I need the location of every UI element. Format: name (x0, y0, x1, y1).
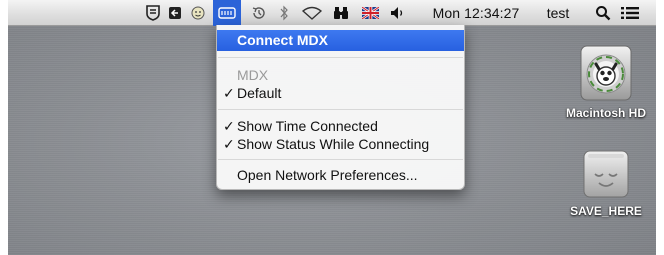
menu-item-label: Connect MDX (237, 32, 328, 48)
uk-flag-icon[interactable] (359, 0, 381, 26)
time-machine-icon[interactable] (248, 0, 270, 26)
menu-item-default[interactable]: ✓ Default (217, 84, 464, 102)
menu-item-label: Open Network Preferences... (237, 167, 418, 183)
face-menu-icon[interactable] (188, 0, 208, 26)
menu-clock[interactable]: Mon 12:34:27 (421, 0, 531, 26)
desktop-icon-save-here[interactable]: SAVE_HERE (556, 148, 656, 218)
menu-separator (218, 57, 463, 58)
menu-item-connect-mdx[interactable]: Connect MDX (217, 30, 464, 51)
checkmark-icon: ✓ (223, 85, 235, 101)
spotlight-search-icon[interactable] (592, 0, 614, 26)
volume-icon[interactable] (387, 0, 409, 26)
binoculars-icon[interactable] (331, 0, 351, 26)
menu-separator (218, 159, 463, 160)
menu-item-mdx-header: MDX (217, 66, 464, 84)
desktop-icon-macintosh-hd[interactable]: Macintosh HD (556, 42, 656, 120)
menu-item-label: MDX (237, 67, 269, 83)
screen: Mon 12:34:27 test Connect MDX MDX ✓ Defa… (8, 0, 656, 255)
menu-item-show-time-connected[interactable]: ✓ Show Time Connected (217, 117, 464, 135)
menu-list-icon[interactable] (617, 0, 643, 26)
mdx-menu-icon[interactable] (213, 0, 241, 26)
hard-drive-icon (580, 45, 632, 101)
bluetooth-icon[interactable] (276, 0, 292, 26)
menu-item-open-network-preferences[interactable]: Open Network Preferences... (217, 166, 464, 184)
desktop-icon-label: Macintosh HD (565, 106, 646, 120)
menu-item-label: Default (237, 85, 282, 101)
menu-separator (218, 109, 463, 110)
checkmark-icon: ✓ (223, 118, 235, 134)
desktop-icon-label: SAVE_HERE (570, 204, 642, 218)
menu-item-label: Show Status While Connecting (237, 136, 430, 152)
mdx-dropdown-menu: Connect MDX MDX ✓ Default ✓ Show Time Co… (216, 25, 465, 190)
menu-user[interactable]: test (538, 0, 578, 26)
menu-item-show-status-while-connecting[interactable]: ✓ Show Status While Connecting (217, 135, 464, 153)
shield-menu-icon[interactable] (143, 0, 163, 26)
hard-drive-icon (583, 150, 629, 198)
checkmark-icon: ✓ (223, 136, 235, 152)
menu-bar: Mon 12:34:27 test (8, 0, 656, 26)
wifi-icon[interactable] (300, 0, 324, 26)
flip-window-icon[interactable] (165, 0, 185, 26)
menu-item-label: Show Time Connected (237, 118, 378, 134)
